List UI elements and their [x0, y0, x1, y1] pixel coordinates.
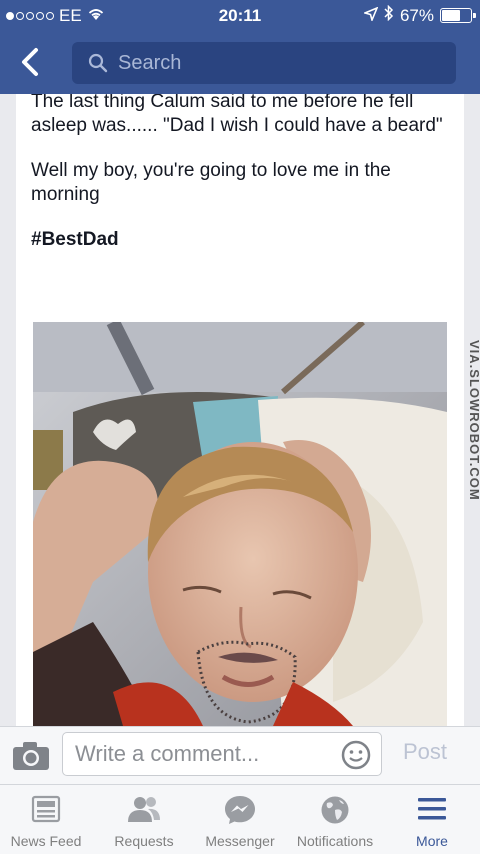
nav-bar — [0, 32, 480, 94]
search-bar[interactable] — [72, 42, 456, 84]
chevron-left-icon — [22, 48, 38, 76]
comment-input[interactable] — [63, 740, 337, 768]
tab-bar: News Feed Requests Messenger Notificatio… — [0, 784, 480, 854]
tab-label: More — [416, 833, 448, 849]
messenger-icon — [194, 795, 286, 825]
battery-icon — [440, 8, 476, 23]
status-bar: EE 20:11 67% — [0, 0, 480, 32]
emoji-button[interactable] — [341, 740, 371, 775]
tab-messenger[interactable]: Messenger — [194, 785, 286, 854]
tab-more[interactable]: More — [390, 785, 474, 854]
tab-label: Notifications — [296, 833, 374, 849]
tab-label: Messenger — [205, 833, 275, 849]
friends-icon — [98, 795, 190, 823]
menu-icon — [390, 795, 474, 823]
back-button[interactable] — [14, 42, 50, 82]
post-hashtag[interactable]: #BestDad — [31, 228, 451, 252]
comment-field[interactable] — [62, 732, 382, 776]
post-body: The last thing Calum said to me before h… — [31, 94, 451, 273]
search-icon — [88, 53, 108, 73]
post-photo[interactable] — [33, 322, 447, 726]
post-paragraph: Well my boy, you're going to love me in … — [31, 160, 391, 205]
location-icon — [362, 6, 379, 26]
globe-icon — [286, 795, 384, 825]
status-right: 67% — [362, 4, 476, 26]
camera-button[interactable] — [12, 741, 50, 776]
post-card: The last thing Calum said to me before h… — [16, 94, 464, 726]
post-paragraph: The last thing Calum said to me before h… — [31, 94, 443, 136]
tab-notifications[interactable]: Notifications — [286, 785, 384, 854]
tab-label: Requests — [114, 833, 174, 849]
watermark: VIA.SLOWROBOT.COM — [467, 340, 480, 501]
news-feed-icon — [0, 795, 92, 823]
bluetooth-icon — [384, 4, 394, 26]
tab-requests[interactable]: Requests — [98, 785, 190, 854]
tab-label: News Feed — [10, 833, 82, 849]
search-input[interactable] — [118, 51, 418, 75]
post-button[interactable]: Post — [403, 739, 447, 765]
camera-icon — [13, 742, 49, 770]
battery-percent: 67% — [399, 5, 434, 25]
comment-bar: Post — [0, 726, 480, 785]
tab-news-feed[interactable]: News Feed — [0, 785, 92, 854]
smiley-icon — [341, 740, 371, 770]
